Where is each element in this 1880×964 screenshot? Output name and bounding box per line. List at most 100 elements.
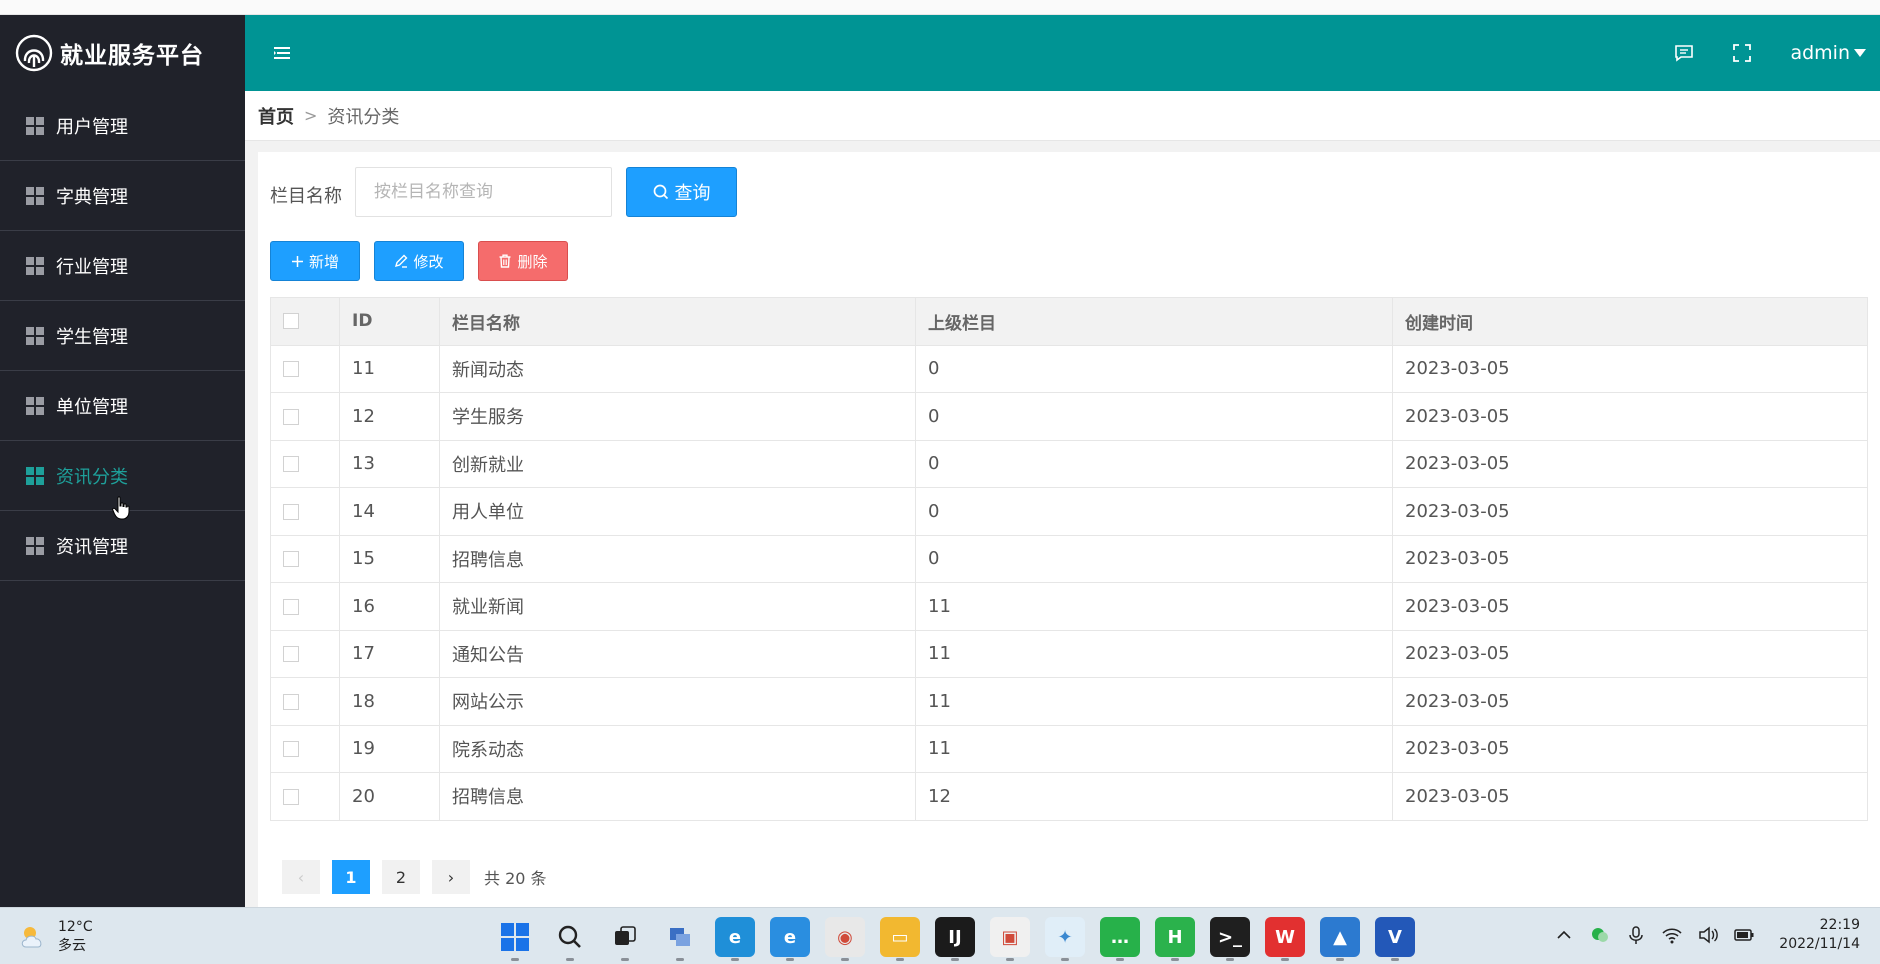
add-button-label: 新增: [308, 252, 339, 271]
sidebar-item-dictionary[interactable]: 字典管理: [0, 161, 245, 231]
sidebar-item-students[interactable]: 学生管理: [0, 301, 245, 371]
row-checkbox[interactable]: [283, 503, 299, 520]
row-checkbox[interactable]: [283, 788, 299, 805]
cell-id: 19: [339, 724, 440, 773]
page-button-2[interactable]: 2: [382, 860, 420, 894]
battery-icon[interactable]: [1733, 924, 1755, 946]
search-button[interactable]: 查询: [626, 167, 737, 217]
column-header-name[interactable]: 栏目名称: [439, 297, 916, 346]
user-menu[interactable]: admin: [1790, 42, 1866, 64]
breadcrumb-home[interactable]: 首页: [258, 103, 294, 129]
fullscreen-icon[interactable]: [1732, 43, 1752, 63]
row-checkbox[interactable]: [283, 361, 299, 378]
total-count: 共 20 条: [484, 869, 547, 888]
grid-icon: [26, 256, 44, 275]
taskbar-task-view-icon[interactable]: [605, 917, 645, 961]
weather-widget[interactable]: 12°C 多云: [18, 918, 93, 956]
table-row[interactable]: 20 招聘信息 12 2023-03-05: [270, 772, 1868, 821]
taskbar-explorer-icon[interactable]: ▭: [880, 917, 920, 961]
taskbar-chrome-icon[interactable]: ◉: [825, 917, 865, 961]
taskbar-start-icon[interactable]: [495, 917, 535, 961]
row-checkbox-cell: [270, 392, 340, 441]
cell-created: 2023-03-05: [1392, 487, 1868, 536]
sidebar-item-companies[interactable]: 单位管理: [0, 371, 245, 441]
taskbar-search-icon[interactable]: [550, 917, 590, 961]
delete-button-label: 删除: [517, 252, 548, 271]
cell-name: 院系动态: [439, 724, 916, 773]
table-row[interactable]: 16 就业新闻 11 2023-03-05: [270, 582, 1868, 631]
edit-button[interactable]: 修改: [374, 241, 464, 281]
table-row[interactable]: 18 网站公示 11 2023-03-05: [270, 677, 1868, 726]
browser-top-strip: [0, 0, 1880, 15]
cell-parent: 11: [915, 677, 1393, 726]
pagination: ‹ 1 2 › 共 20 条: [282, 860, 547, 894]
taskbar-edge-icon[interactable]: e: [715, 917, 755, 961]
microphone-icon[interactable]: [1625, 924, 1647, 946]
next-page-button[interactable]: ›: [432, 860, 470, 894]
search-input[interactable]: [355, 167, 612, 217]
row-checkbox[interactable]: [283, 598, 299, 615]
grid-icon: [26, 116, 44, 135]
clock[interactable]: 22:19 2022/11/14: [1779, 916, 1860, 954]
cell-parent: 0: [915, 344, 1393, 393]
row-checkbox[interactable]: [283, 408, 299, 425]
cell-created: 2023-03-05: [1392, 629, 1868, 678]
table-row[interactable]: 17 通知公告 11 2023-03-05: [270, 629, 1868, 678]
taskbar-terminal-icon[interactable]: >_: [1210, 917, 1250, 961]
trash-icon: [499, 254, 511, 268]
taskbar-feather-icon[interactable]: ✦: [1045, 917, 1085, 961]
column-header-parent[interactable]: 上级栏目: [915, 297, 1393, 346]
sidebar-item-news[interactable]: 资讯管理: [0, 511, 245, 581]
breadcrumb-separator: >: [304, 106, 318, 125]
table-row[interactable]: 12 学生服务 0 2023-03-05: [270, 392, 1868, 441]
table-row[interactable]: 14 用人单位 0 2023-03-05: [270, 487, 1868, 536]
row-checkbox[interactable]: [283, 551, 299, 568]
cell-parent: 11: [915, 629, 1393, 678]
system-tray: 22:19 2022/11/14: [1539, 916, 1860, 954]
app-title: 就业服务平台: [60, 43, 204, 69]
sidebar-item-users[interactable]: 用户管理: [0, 91, 245, 161]
prev-page-button[interactable]: ‹: [282, 860, 320, 894]
cell-parent: 0: [915, 487, 1393, 536]
table-row[interactable]: 11 新闻动态 0 2023-03-05: [270, 344, 1868, 393]
taskbar-ie-icon[interactable]: e: [770, 917, 810, 961]
add-button[interactable]: 新增: [270, 241, 360, 281]
taskbar-slides-icon[interactable]: ▣: [990, 917, 1030, 961]
page-button-1[interactable]: 1: [332, 860, 370, 894]
row-checkbox[interactable]: [283, 646, 299, 663]
taskbar-visio-icon[interactable]: V: [1375, 917, 1415, 961]
sidebar-item-industry[interactable]: 行业管理: [0, 231, 245, 301]
table-row[interactable]: 15 招聘信息 0 2023-03-05: [270, 534, 1868, 583]
taskbar-photos-icon[interactable]: ▲: [1320, 917, 1360, 961]
cell-id: 16: [339, 582, 440, 631]
taskbar: 12°C 多云 e e ◉ ▭ IJ ▣ ✦ … H >_ W ▲ V 22:19 2022/11/14: [0, 907, 1880, 964]
taskbar-hbuilder-icon[interactable]: H: [1155, 917, 1195, 961]
cell-id: 14: [339, 487, 440, 536]
taskbar-wps-icon[interactable]: W: [1265, 917, 1305, 961]
column-header-id[interactable]: ID: [339, 297, 440, 346]
row-checkbox[interactable]: [283, 456, 299, 473]
cell-id: 20: [339, 772, 440, 821]
select-all-checkbox[interactable]: [283, 313, 299, 330]
message-icon[interactable]: [1674, 43, 1694, 63]
wifi-icon[interactable]: [1661, 924, 1683, 946]
volume-icon[interactable]: [1697, 924, 1719, 946]
row-checkbox[interactable]: [283, 693, 299, 710]
menu-toggle-icon[interactable]: [273, 44, 291, 62]
table-header-row: ID 栏目名称 上级栏目 创建时间: [270, 297, 1868, 346]
taskbar-intellij-icon[interactable]: IJ: [935, 917, 975, 961]
table-row[interactable]: 13 创新就业 0 2023-03-05: [270, 439, 1868, 488]
cell-created: 2023-03-05: [1392, 724, 1868, 773]
delete-button[interactable]: 删除: [478, 241, 568, 281]
table-row[interactable]: 19 院系动态 11 2023-03-05: [270, 724, 1868, 773]
row-checkbox[interactable]: [283, 741, 299, 758]
row-checkbox-cell: [270, 534, 340, 583]
cell-id: 11: [339, 344, 440, 393]
column-header-created[interactable]: 创建时间: [1392, 297, 1868, 346]
table-body: 11 新闻动态 0 2023-03-05 12 学生服务 0 2023-03-05 13 创新就业…: [270, 344, 1868, 821]
taskbar-wechat-icon[interactable]: …: [1100, 917, 1140, 961]
wechat-tray-icon[interactable]: [1589, 924, 1611, 946]
edit-button-label: 修改: [413, 252, 444, 271]
chevron-up-icon[interactable]: [1553, 924, 1575, 946]
taskbar-app-1-icon[interactable]: [660, 917, 700, 961]
